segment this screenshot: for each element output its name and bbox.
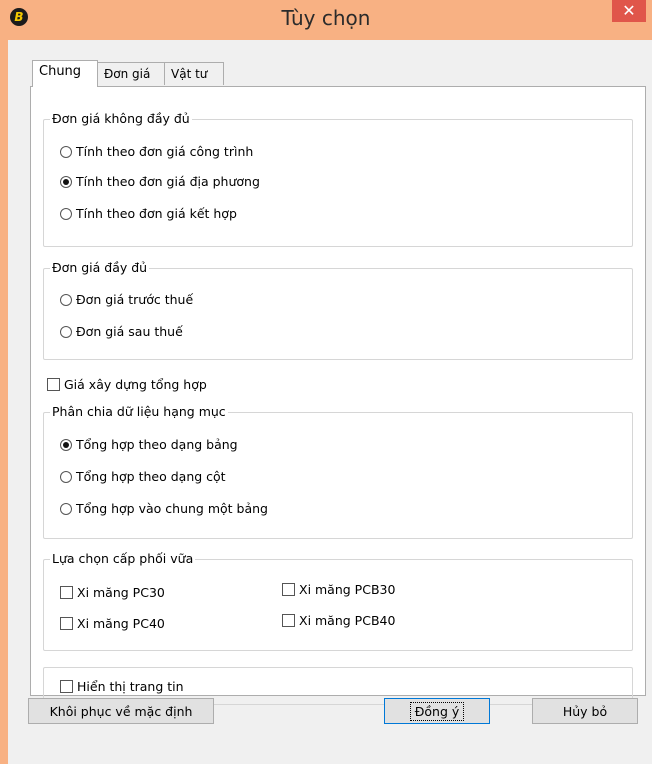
radio-button[interactable] [60,502,72,515]
close-icon: ✕ [622,1,636,20]
checkbox[interactable] [60,680,73,693]
mortar-mix-legend: Lựa chọn cấp phối vữa [50,551,196,566]
checkbox-label: Xi măng PCB30 [299,582,396,597]
radio-button[interactable] [60,207,72,220]
window-title: Tùy chọn [281,6,371,30]
incomplete-price-legend: Đơn giá không đầy đủ [50,111,192,126]
radio-button[interactable] [60,145,72,158]
radio-label: Tính theo đơn giá địa phương [76,174,260,189]
checkbox-pcb30[interactable]: Xi măng PCB30 [282,582,395,597]
radio-local-price[interactable]: Tính theo đơn giá địa phương [60,174,260,189]
ok-button[interactable]: Đồng ý [384,698,490,724]
radio-label: Đơn giá sau thuế [76,324,183,339]
restore-defaults-button[interactable]: Khôi phục về mặc định [28,698,214,724]
radio-button-checked[interactable] [60,175,72,188]
radio-label: Tổng hợp theo dạng cột [76,469,226,484]
checkbox-label: Hiển thị trang tin [77,679,184,694]
radio-button[interactable] [60,293,72,306]
checkbox[interactable] [282,583,295,596]
radio-column-form[interactable]: Tổng hợp theo dạng cột [60,469,226,484]
complete-price-legend: Đơn giá đầy đủ [50,260,150,275]
radio-label: Đơn giá trước thuế [76,292,194,307]
checkbox-show-info[interactable]: Hiển thị trang tin [60,679,184,694]
checkbox-label: Giá xây dựng tổng hợp [64,377,207,392]
options-dialog: B Tùy chọn ✕ Chung Đơn giá Vật tư Đơn gi… [0,0,652,764]
tab-unit-price[interactable]: Đơn giá [97,62,165,85]
item-split-group: Phân chia dữ liệu hạng mục Tổng hợp theo… [43,404,633,539]
radio-label: Tổng hợp theo dạng bảng [76,437,238,452]
checkbox-label: Xi măng PC40 [77,616,165,631]
tab-general[interactable]: Chung [32,60,98,87]
item-split-legend: Phân chia dữ liệu hạng mục [50,404,228,419]
radio-label: Tính theo đơn giá công trình [76,144,254,159]
checkbox-pcb40[interactable]: Xi măng PCB40 [282,613,395,628]
checkbox[interactable] [60,586,73,599]
radio-button[interactable] [60,470,72,483]
radio-before-tax[interactable]: Đơn giá trước thuế [60,292,193,307]
complete-price-group: Đơn giá đầy đủ Đơn giá trước thuế Đơn gi… [43,260,633,360]
general-tab-panel: Đơn giá không đầy đủ Tính theo đơn giá c… [30,86,646,705]
radio-combined-price[interactable]: Tính theo đơn giá kết hợp [60,206,237,221]
checkbox-composite-price[interactable]: Giá xây dựng tổng hợp [47,377,207,392]
checkbox-label: Xi măng PC30 [77,585,165,600]
radio-table-form[interactable]: Tổng hợp theo dạng bảng [60,437,238,452]
checkbox-label: Xi măng PCB40 [299,613,396,628]
close-button[interactable]: ✕ [612,0,646,22]
checkbox[interactable] [282,614,295,627]
radio-after-tax[interactable]: Đơn giá sau thuế [60,324,183,339]
checkbox-pc30[interactable]: Xi măng PC30 [60,585,165,600]
checkbox[interactable] [47,378,60,391]
mortar-mix-group: Lựa chọn cấp phối vữa Xi măng PC30 Xi mă… [43,551,633,651]
ok-button-label: Đồng ý [409,702,465,721]
radio-single-table[interactable]: Tổng hợp vào chung một bảng [60,501,268,516]
title-bar[interactable]: B Tùy chọn ✕ [0,0,652,40]
radio-button[interactable] [60,325,72,338]
cancel-button[interactable]: Hủy bỏ [532,698,638,724]
tab-materials[interactable]: Vật tư [164,62,224,85]
radio-label: Tính theo đơn giá kết hợp [76,206,237,221]
checkbox-pc40[interactable]: Xi măng PC40 [60,616,165,631]
radio-label: Tổng hợp vào chung một bảng [76,501,268,516]
radio-project-price[interactable]: Tính theo đơn giá công trình [60,144,253,159]
dialog-client-area: Chung Đơn giá Vật tư Đơn giá không đầy đ… [8,40,652,764]
radio-button-checked[interactable] [60,438,72,451]
incomplete-price-group: Đơn giá không đầy đủ Tính theo đơn giá c… [43,111,633,247]
checkbox[interactable] [60,617,73,630]
